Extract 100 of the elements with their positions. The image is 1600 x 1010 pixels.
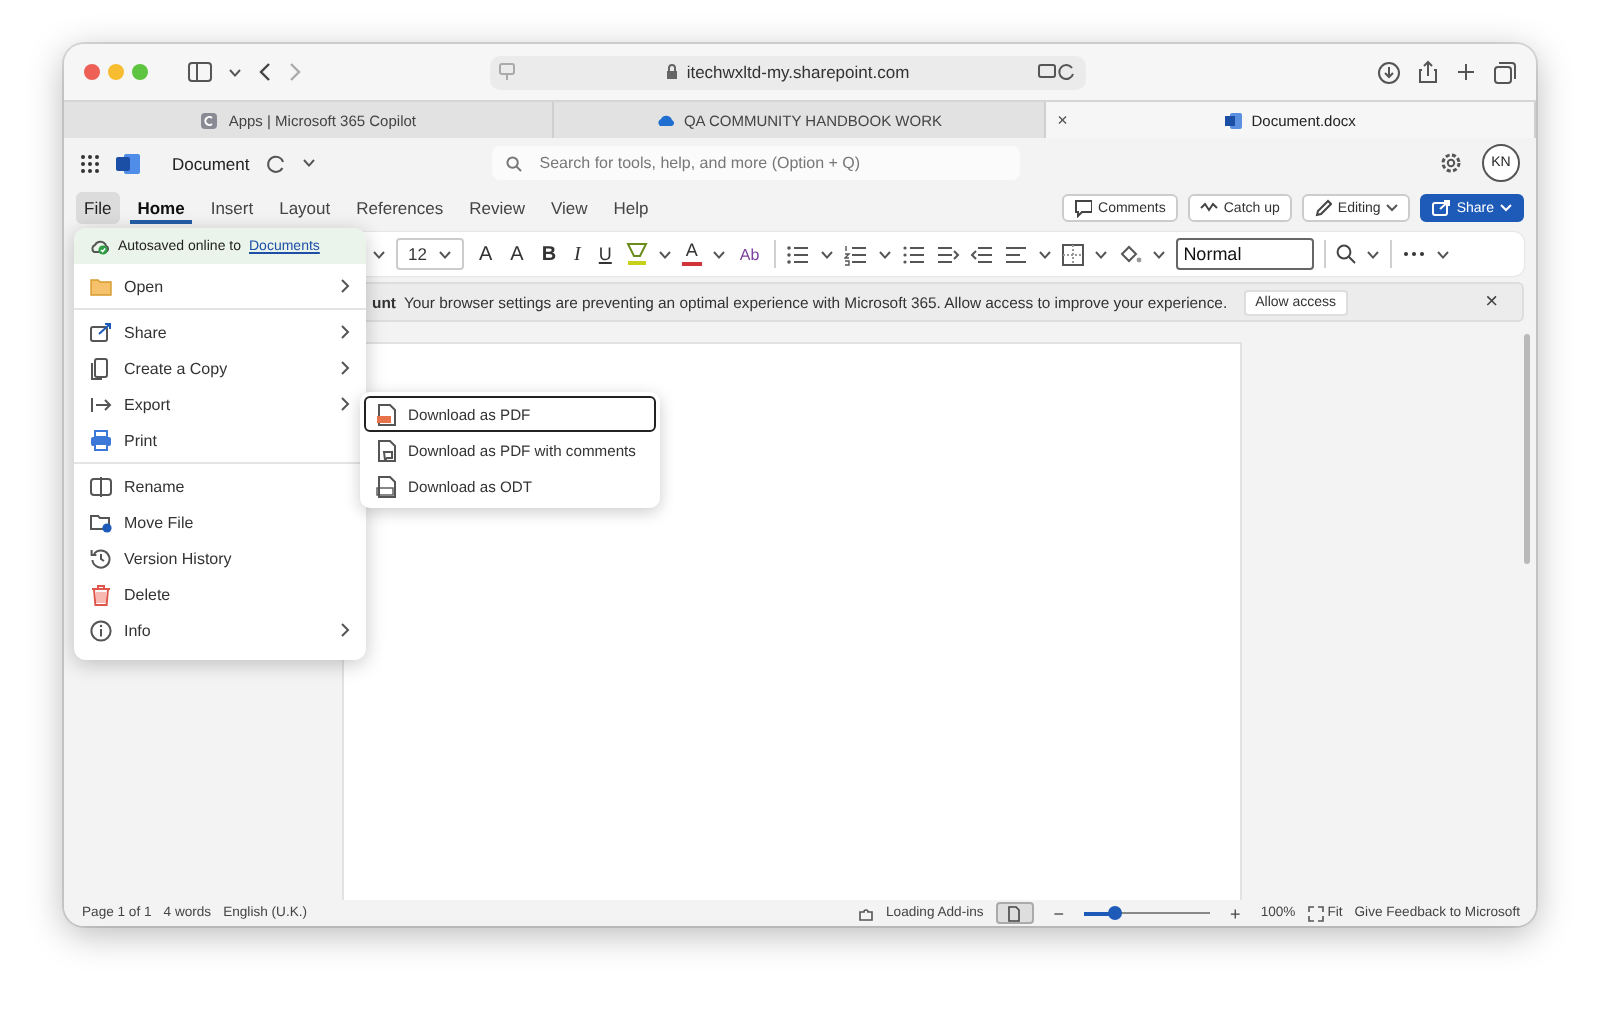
sidebar-icon[interactable] xyxy=(188,62,212,82)
increase-indent-icon[interactable] xyxy=(935,243,960,265)
chevron-down-icon[interactable] xyxy=(657,249,672,259)
window-control-dot[interactable] xyxy=(84,64,100,80)
reload-icon[interactable] xyxy=(1038,61,1078,81)
app-launcher-icon[interactable] xyxy=(80,153,100,173)
rename-icon xyxy=(90,475,112,497)
menu-tab[interactable]: View xyxy=(542,192,596,224)
chevron-right-icon xyxy=(340,278,350,294)
chevron-down-icon[interactable] xyxy=(372,249,386,259)
lock-icon xyxy=(666,64,679,80)
search-field[interactable]: Search for tools, help, and more (Option + Q) xyxy=(491,146,1020,180)
share-icon xyxy=(1432,198,1451,218)
grow-font-button[interactable]: A xyxy=(474,243,497,265)
window-control-dot[interactable] xyxy=(132,64,148,80)
menu-item[interactable]: Open xyxy=(74,268,366,304)
back-icon[interactable] xyxy=(258,62,272,82)
share-icon[interactable] xyxy=(1418,60,1438,84)
address-bar[interactable]: itechwxltd-my.sharepoint.com xyxy=(490,55,1086,89)
menu-tab[interactable]: Insert xyxy=(202,192,262,224)
comment-icon xyxy=(1074,198,1093,218)
tabs-overview-icon[interactable] xyxy=(1494,61,1516,83)
menu-tab[interactable]: Help xyxy=(605,192,657,224)
text-effects-button[interactable]: Ab xyxy=(735,245,764,263)
url-text: itechwxltd-my.sharepoint.com xyxy=(686,62,910,82)
odt-file-icon xyxy=(376,475,398,497)
sync-icon xyxy=(265,153,286,173)
slider-thumb[interactable] xyxy=(1107,906,1122,920)
numbered-list-icon[interactable] xyxy=(843,243,868,265)
outdent-icon[interactable] xyxy=(969,243,994,265)
borders-icon[interactable] xyxy=(1061,243,1084,265)
menu-tab[interactable]: File xyxy=(76,192,120,224)
chevron-down-icon xyxy=(1386,204,1399,212)
settings-icon[interactable] xyxy=(1440,152,1462,174)
copy-icon xyxy=(90,357,112,379)
zoom-in-button[interactable]: + xyxy=(1222,903,1249,923)
paint-bucket-icon[interactable] xyxy=(1117,243,1142,265)
menu-item[interactable]: Export xyxy=(74,386,366,422)
document-logo-icon xyxy=(1223,111,1244,129)
chevron-right-icon xyxy=(340,360,350,376)
chevron-down-icon xyxy=(1500,204,1512,212)
trash-icon xyxy=(90,583,112,605)
cloud-check-icon xyxy=(90,237,110,255)
menu-item[interactable]: Share xyxy=(74,314,366,350)
chevron-right-icon xyxy=(340,622,350,638)
chevron-down-icon[interactable] xyxy=(1151,249,1166,259)
font-size-dropdown[interactable]: 12 xyxy=(396,238,465,270)
history-icon xyxy=(90,547,112,569)
chevron-right-icon xyxy=(340,324,350,340)
decrease-indent-icon[interactable] xyxy=(901,243,926,265)
chevron-down-icon[interactable] xyxy=(819,249,834,259)
window-control-dot[interactable] xyxy=(108,64,124,80)
chevron-down-icon[interactable] xyxy=(877,249,892,259)
chevron-down-icon[interactable] xyxy=(1435,249,1450,259)
app-logo-icon xyxy=(200,111,221,129)
plus-icon[interactable] xyxy=(1456,62,1476,82)
underline-button[interactable]: U xyxy=(594,244,616,264)
highlighter-icon[interactable] xyxy=(625,242,648,266)
style-dropdown[interactable]: Normal xyxy=(1175,238,1314,270)
search-icon[interactable] xyxy=(1335,244,1356,264)
close-tab-button[interactable]: × xyxy=(1057,110,1068,130)
print-layout-button[interactable] xyxy=(995,902,1034,924)
chevron-down-icon[interactable] xyxy=(1093,249,1108,259)
chevron-down-icon[interactable] xyxy=(1037,249,1052,259)
cloud-icon xyxy=(655,111,676,129)
bold-button[interactable]: B xyxy=(537,243,561,265)
download-icon[interactable] xyxy=(1378,61,1400,83)
menu-item[interactable]: Move File xyxy=(74,504,366,540)
more-options-icon[interactable] xyxy=(1401,250,1426,258)
shrink-font-button[interactable]: A xyxy=(506,243,528,265)
printer-icon xyxy=(90,429,112,451)
close-button[interactable]: × xyxy=(1485,290,1498,314)
file-comment-icon xyxy=(376,439,398,461)
share-icon xyxy=(90,321,112,343)
align-left-icon[interactable] xyxy=(1003,243,1028,265)
menu-item[interactable]: Create a Copy xyxy=(74,350,366,386)
chevron-down-icon[interactable] xyxy=(1365,249,1380,259)
chevron-down-icon xyxy=(438,249,453,259)
menu-tab[interactable]: Review xyxy=(461,192,533,224)
menu-tab[interactable]: Home xyxy=(129,192,193,224)
export-icon xyxy=(90,393,112,415)
info-icon xyxy=(90,619,112,641)
italic-button[interactable]: I xyxy=(570,243,585,265)
menu-item[interactable]: Delete xyxy=(74,576,366,612)
chevron-down-icon[interactable] xyxy=(228,67,242,77)
folder-icon xyxy=(90,511,112,533)
bullet-list-icon[interactable] xyxy=(785,243,810,265)
menu-tab[interactable]: References xyxy=(348,192,452,224)
zoom-out-button[interactable]: − xyxy=(1045,903,1073,923)
menu-item[interactable]: Version History xyxy=(74,540,366,576)
document-title[interactable]: Document xyxy=(172,153,250,173)
font-color-button[interactable]: A xyxy=(681,242,702,266)
chevron-down-icon[interactable] xyxy=(711,249,726,259)
fit-icon[interactable] xyxy=(1307,905,1324,921)
document-app-logo-icon xyxy=(116,151,140,175)
menu-tab[interactable]: Layout xyxy=(271,192,339,224)
chevron-down-icon[interactable] xyxy=(301,158,316,168)
scrollbar-thumb[interactable] xyxy=(1524,334,1530,564)
pencil-icon xyxy=(1313,198,1332,218)
menu-item[interactable]: Info xyxy=(74,612,366,648)
